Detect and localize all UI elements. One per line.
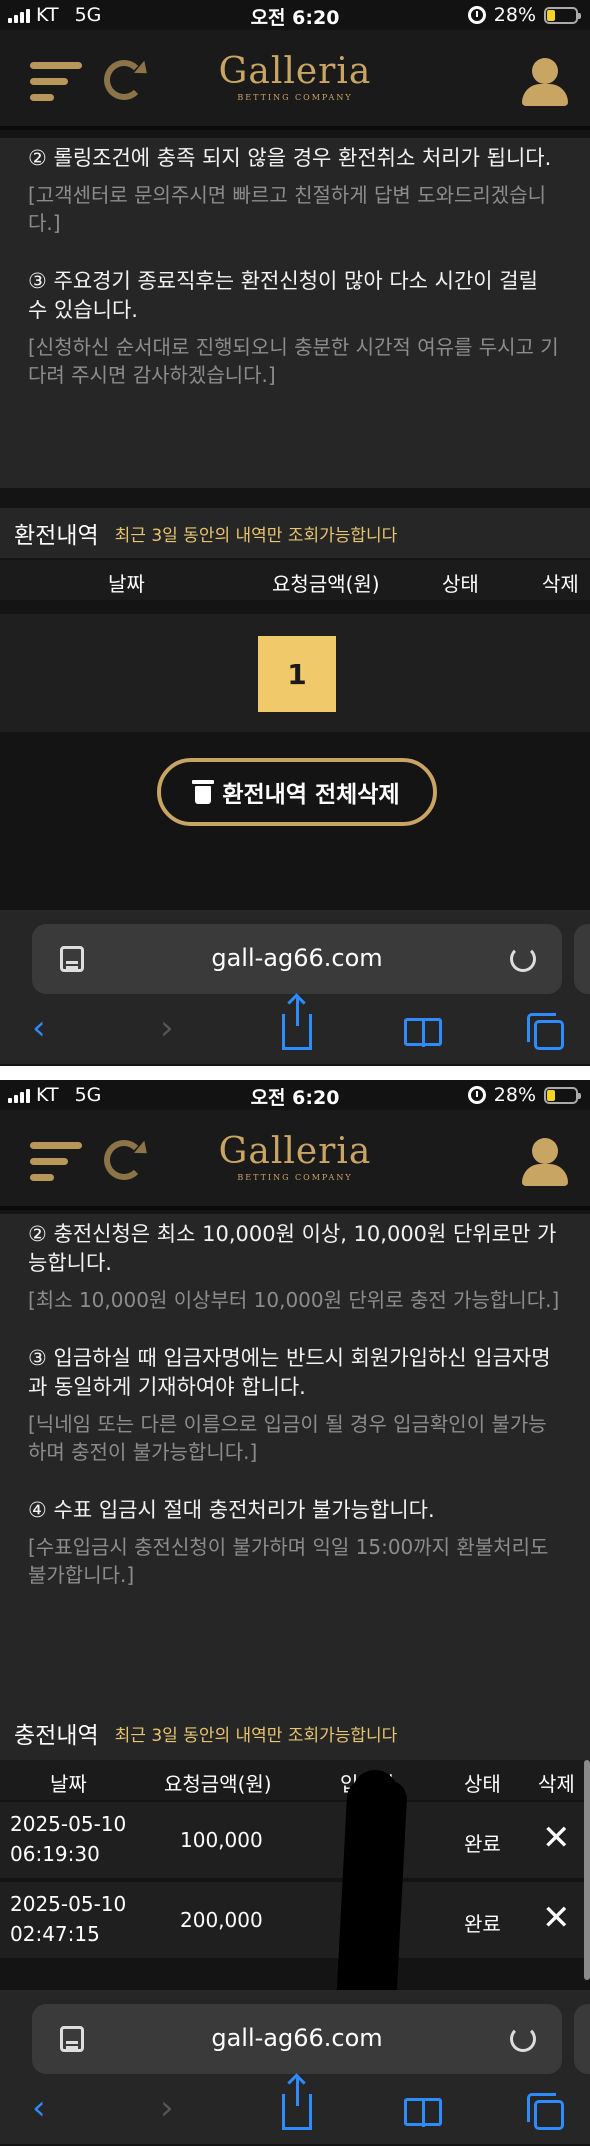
address-bar[interactable]: gall-ag66.com bbox=[32, 924, 562, 994]
col-status: 상태 bbox=[464, 1772, 501, 1796]
reload-icon[interactable] bbox=[510, 2026, 536, 2052]
user-icon[interactable] bbox=[520, 58, 570, 108]
bookmarks-icon[interactable] bbox=[404, 1008, 442, 1047]
logo-subtitle: BETTING COMPANY bbox=[237, 93, 353, 102]
table-header: 날짜 요청금액(원) 입금자 상태 삭제 bbox=[0, 1760, 590, 1800]
share-icon[interactable] bbox=[282, 2078, 312, 2130]
forward-icon[interactable]: › bbox=[160, 1008, 174, 1048]
tabs-icon[interactable] bbox=[527, 1008, 564, 1050]
notice-sub: [닉네임 또는 다른 이름으로 입금이 될 경우 입금확인이 불가능하며 충전이… bbox=[28, 1412, 547, 1464]
app-header: Galleria BETTING COMPANY bbox=[0, 1110, 590, 1210]
pagination: 1 bbox=[0, 614, 590, 732]
page-button[interactable]: 1 bbox=[258, 636, 336, 712]
battery-percent: 28% bbox=[493, 4, 536, 26]
row-time: 06:19:30 bbox=[10, 1842, 100, 1866]
browser-bar: gall-ag66.com ‹ › bbox=[0, 1990, 590, 2144]
col-date: 날짜 bbox=[50, 1772, 87, 1796]
history-title: 환전내역 bbox=[14, 523, 99, 549]
history-note: 최근 3일 동안의 내역만 조회가능합니다 bbox=[114, 1725, 398, 1746]
browser-bar: gall-ag66.com ‹ › bbox=[0, 910, 590, 1064]
notice-sub: [고객센터로 문의주시면 빠르고 친절하게 답변 도와드리겠습니다.] bbox=[28, 183, 546, 235]
url-text: gall-ag66.com bbox=[211, 944, 383, 972]
logo-title: Galleria bbox=[218, 1131, 372, 1172]
redaction-scribble bbox=[352, 1770, 398, 1890]
menu-icon[interactable] bbox=[30, 60, 82, 104]
status-bar: KT 5G 오전 6:20 28% bbox=[0, 1080, 590, 1110]
menu-icon[interactable] bbox=[30, 1140, 82, 1184]
battery-icon bbox=[544, 6, 581, 24]
notice-sub: [수표입금시 충전신청이 불가하며 익일 15:00까지 환불처리도 불가합니다… bbox=[28, 1535, 549, 1587]
col-delete: 삭제 bbox=[538, 1772, 575, 1796]
status-bar: KT 5G 오전 6:20 28% bbox=[0, 0, 590, 30]
col-amount: 요청금액(원) bbox=[272, 572, 380, 596]
screenshot-withdraw: KT 5G 오전 6:20 28% Galleria BETTING COMPA… bbox=[0, 0, 590, 1066]
notice-sub: [최소 10,000원 이상부터 10,000원 단위로 충전 가능합니다.] bbox=[28, 1288, 560, 1312]
history-title: 충전내역 bbox=[14, 1723, 99, 1749]
history-note: 최근 3일 동안의 내역만 조회가능합니다 bbox=[114, 525, 398, 546]
col-amount: 요청금액(원) bbox=[164, 1772, 272, 1796]
row-status: 완료 bbox=[464, 1912, 501, 1936]
notice-item: ③ 주요경기 종료직후는 환전신청이 많아 다소 시간이 걸릴 수 있습니다. … bbox=[28, 267, 562, 389]
notice-item: ② 롤링조건에 충족 되지 않을 경우 환전취소 처리가 됩니다. [고객센터로… bbox=[28, 144, 562, 237]
notice-panel: ② 충전신청은 최소 10,000원 이상, 10,000원 단위로만 가능합니… bbox=[0, 1214, 590, 1768]
row-time: 02:47:15 bbox=[10, 1922, 100, 1946]
app-header: Galleria BETTING COMPANY bbox=[0, 30, 590, 130]
close-icon[interactable]: ✕ bbox=[542, 1820, 571, 1856]
delete-all-label: 환전내역 전체삭제 bbox=[222, 782, 400, 808]
share-icon[interactable] bbox=[282, 998, 312, 1050]
scrollbar[interactable] bbox=[584, 1760, 590, 1980]
col-date: 날짜 bbox=[108, 572, 145, 596]
user-icon[interactable] bbox=[520, 1138, 570, 1188]
browser-toolbar: ‹ › bbox=[0, 2078, 590, 2140]
notice-item: ② 충전신청은 최소 10,000원 이상, 10,000원 단위로만 가능합니… bbox=[28, 1220, 562, 1314]
notice-main: ③ 입금하실 때 입금자명에는 반드시 회원가입하신 입금자명과 동일하게 기재… bbox=[28, 1346, 551, 1399]
refresh-icon[interactable] bbox=[104, 1140, 144, 1180]
tabs-icon[interactable] bbox=[527, 2088, 564, 2130]
battery-icon bbox=[544, 1086, 581, 1104]
back-icon[interactable]: ‹ bbox=[32, 1008, 46, 1048]
back-icon[interactable]: ‹ bbox=[32, 2088, 46, 2128]
refresh-icon[interactable] bbox=[104, 60, 144, 100]
forward-icon[interactable]: › bbox=[160, 2088, 174, 2128]
address-bar[interactable]: gall-ag66.com bbox=[32, 2004, 562, 2074]
row-amount: 100,000 bbox=[180, 1828, 263, 1852]
notice-panel: ② 롤링조건에 충족 되지 않을 경우 환전취소 처리가 됩니다. [고객센터로… bbox=[0, 138, 590, 488]
notice-main: ② 롤링조건에 충족 되지 않을 경우 환전취소 처리가 됩니다. bbox=[28, 146, 552, 170]
browser-toolbar: ‹ › bbox=[0, 998, 590, 1060]
history-header: 환전내역 최근 3일 동안의 내역만 조회가능합니다 bbox=[0, 508, 590, 558]
row-amount: 200,000 bbox=[180, 1908, 263, 1932]
col-delete: 삭제 bbox=[542, 572, 579, 596]
table-row: 2025-05-10 02:47:15 200,000 완료 ✕ bbox=[0, 1882, 590, 1960]
next-tab-peek[interactable] bbox=[574, 924, 590, 994]
trash-icon bbox=[192, 780, 215, 804]
notice-main: ③ 주요경기 종료직후는 환전신청이 많아 다소 시간이 걸릴 수 있습니다. bbox=[28, 269, 538, 322]
close-icon[interactable]: ✕ bbox=[542, 1900, 571, 1936]
row-status: 완료 bbox=[464, 1832, 501, 1856]
logo-subtitle: BETTING COMPANY bbox=[237, 1173, 353, 1182]
alarm-icon bbox=[467, 6, 486, 24]
notice-main: ② 충전신청은 최소 10,000원 이상, 10,000원 단위로만 가능합니… bbox=[28, 1222, 557, 1275]
history-header: 충전내역 최근 3일 동안의 내역만 조회가능합니다 bbox=[0, 1708, 590, 1758]
logo-title: Galleria bbox=[218, 51, 372, 92]
delete-all-button[interactable]: 환전내역 전체삭제 bbox=[157, 758, 437, 826]
row-date: 2025-05-10 bbox=[10, 1812, 127, 1836]
battery-percent: 28% bbox=[493, 1084, 536, 1106]
row-date: 2025-05-10 bbox=[10, 1892, 127, 1916]
logo[interactable]: Galleria BETTING COMPANY bbox=[195, 51, 395, 103]
logo[interactable]: Galleria BETTING COMPANY bbox=[195, 1131, 395, 1183]
notice-item: ④ 수표 입금시 절대 충전처리가 불가능합니다. [수표입금시 충전신청이 불… bbox=[28, 1496, 562, 1589]
notice-main: ④ 수표 입금시 절대 충전처리가 불가능합니다. bbox=[28, 1498, 435, 1522]
notice-sub: [신청하신 순서대로 진행되오니 충분한 시간적 여유를 두시고 기다려 주시면… bbox=[28, 335, 559, 387]
col-status: 상태 bbox=[442, 572, 479, 596]
table-row: 2025-05-10 06:19:30 100,000 완료 ✕ bbox=[0, 1802, 590, 1880]
url-text: gall-ag66.com bbox=[211, 2024, 383, 2052]
reload-icon[interactable] bbox=[510, 946, 536, 972]
bookmarks-icon[interactable] bbox=[404, 2088, 442, 2127]
next-tab-peek[interactable] bbox=[574, 2004, 590, 2074]
notice-item: ③ 입금하실 때 입금자명에는 반드시 회원가입하신 입금자명과 동일하게 기재… bbox=[28, 1344, 562, 1466]
table-header: 날짜 요청금액(원) 상태 삭제 bbox=[0, 560, 590, 600]
screenshot-deposit: KT 5G 오전 6:20 28% Galleria BETTING COMPA… bbox=[0, 1080, 590, 2146]
alarm-icon bbox=[467, 1086, 486, 1104]
